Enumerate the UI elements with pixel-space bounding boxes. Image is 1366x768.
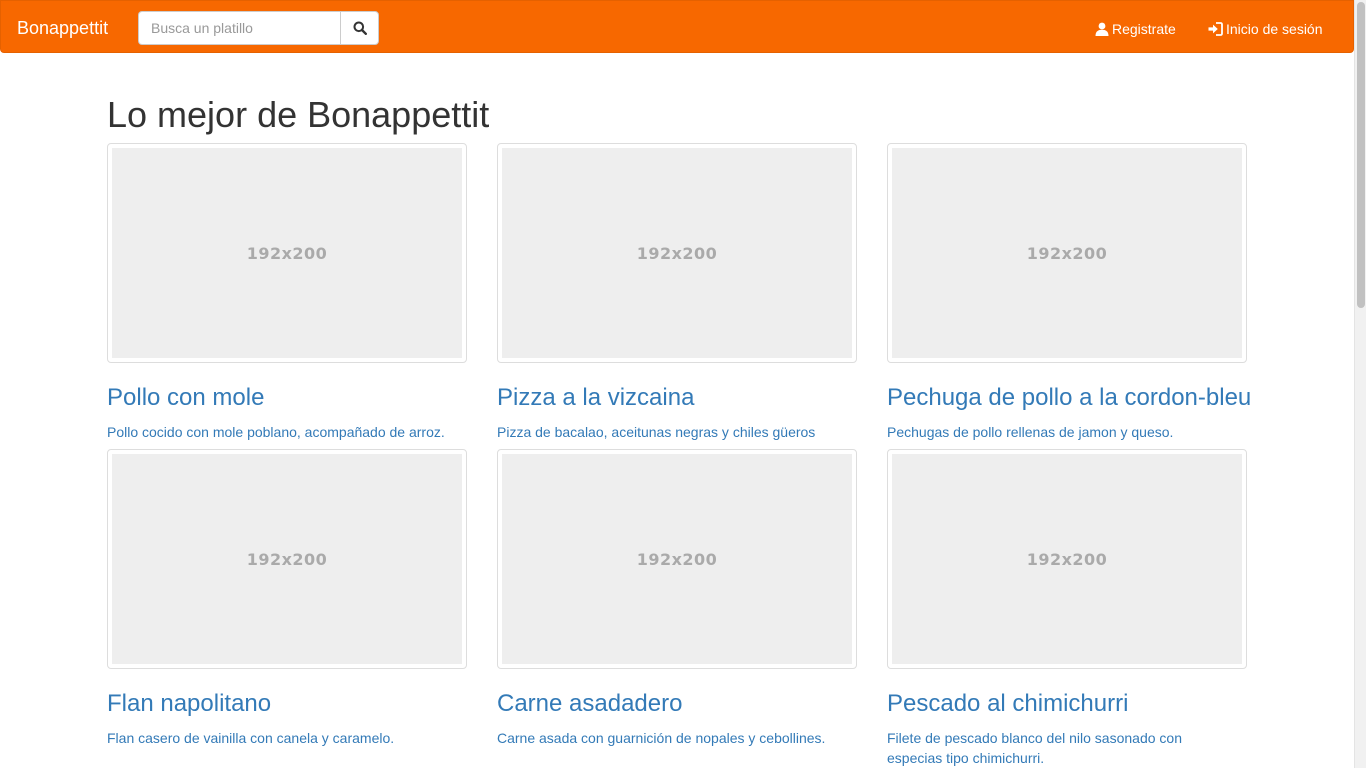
dish-thumbnail[interactable]: 192x200 — [497, 143, 857, 363]
dish-title[interactable]: Pollo con mole — [107, 383, 467, 413]
image-placeholder: 192x200 — [892, 148, 1242, 358]
search-form — [138, 11, 379, 45]
scrollbar-thumb[interactable] — [1357, 2, 1365, 308]
sign-in-icon — [1208, 22, 1223, 36]
dish-thumbnail[interactable]: 192x200 — [107, 449, 467, 669]
image-placeholder: 192x200 — [502, 148, 852, 358]
user-icon — [1095, 22, 1109, 36]
image-placeholder: 192x200 — [112, 454, 462, 664]
dish-description[interactable]: Pizza de bacalao, aceitunas negras y chi… — [497, 422, 837, 442]
dish-description[interactable]: Flan casero de vainilla con canela y car… — [107, 728, 447, 748]
brand-logo[interactable]: Bonappettit — [17, 17, 108, 39]
register-label: Registrate — [1112, 21, 1176, 37]
image-placeholder: 192x200 — [892, 454, 1242, 664]
dish-description[interactable]: Filete de pescado blanco del nilo sasona… — [887, 728, 1227, 768]
dish-title[interactable]: Pechuga de pollo a la cordon-bleu — [887, 383, 1251, 413]
dish-description[interactable]: Pechugas de pollo rellenas de jamon y qu… — [887, 422, 1227, 442]
dish-title[interactable]: Pizza a la vizcaina — [497, 383, 857, 413]
image-placeholder: 192x200 — [112, 148, 462, 358]
search-input[interactable] — [138, 11, 340, 45]
search-icon — [353, 21, 367, 35]
dish-card: 192x200 Pescado al chimichurri Filete de… — [887, 449, 1247, 768]
dish-thumbnail[interactable]: 192x200 — [887, 449, 1247, 669]
dish-thumbnail[interactable]: 192x200 — [887, 143, 1247, 363]
dish-card: 192x200 Pollo con mole Pollo cocido con … — [107, 143, 467, 442]
page-scrollbar[interactable] — [1354, 0, 1366, 768]
top-navbar: Bonappettit Registrate — [0, 0, 1354, 53]
dish-thumbnail[interactable]: 192x200 — [497, 449, 857, 669]
page-title: Lo mejor de Bonappettit — [107, 94, 490, 135]
dish-thumbnail[interactable]: 192x200 — [107, 143, 467, 363]
dish-description[interactable]: Pollo cocido con mole poblano, acompañad… — [107, 422, 447, 442]
dish-title[interactable]: Carne asadadero — [497, 689, 857, 719]
register-link[interactable]: Registrate — [1095, 20, 1176, 38]
dish-title[interactable]: Pescado al chimichurri — [887, 689, 1247, 719]
dish-description[interactable]: Carne asada con guarnición de nopales y … — [497, 728, 837, 748]
dish-card: 192x200 Pechuga de pollo a la cordon-ble… — [887, 143, 1251, 442]
dish-card: 192x200 Carne asadadero Carne asada con … — [497, 449, 857, 748]
dish-card: 192x200 Flan napolitano Flan casero de v… — [107, 449, 467, 748]
dish-title[interactable]: Flan napolitano — [107, 689, 467, 719]
search-button[interactable] — [340, 11, 379, 45]
login-link[interactable]: Inicio de sesión — [1208, 20, 1323, 38]
image-placeholder: 192x200 — [502, 454, 852, 664]
dish-card: 192x200 Pizza a la vizcaina Pizza de bac… — [497, 143, 857, 442]
login-label: Inicio de sesión — [1226, 21, 1323, 37]
